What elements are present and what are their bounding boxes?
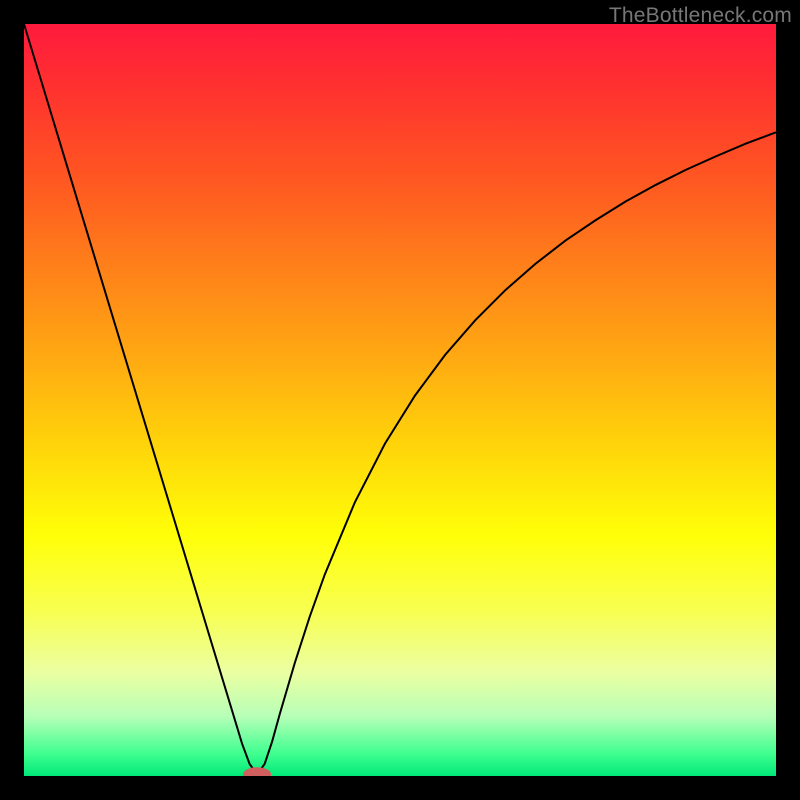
curve-svg — [24, 24, 776, 776]
bottleneck-curve — [24, 24, 776, 775]
plot-area — [24, 24, 776, 776]
optimal-marker — [244, 768, 271, 776]
chart-container: TheBottleneck.com — [0, 0, 800, 800]
